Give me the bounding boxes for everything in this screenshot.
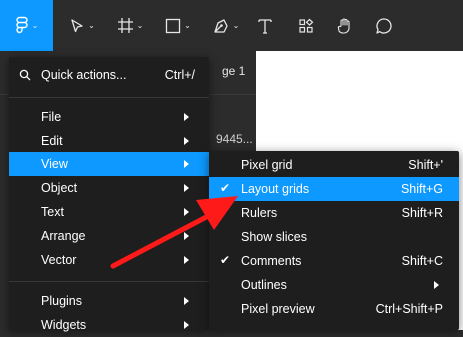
menu-item-view[interactable]: View xyxy=(9,152,209,176)
check-icon: ✔ xyxy=(220,253,231,267)
toolbar: ⌄ ⌄ ⌄ ⌄ ⌄ xyxy=(0,0,463,51)
menu-item-label: Arrange xyxy=(41,229,86,243)
main-menu: Quick actions... Ctrl+/ File Edit View O… xyxy=(9,57,209,332)
chevron-right-icon xyxy=(184,184,189,192)
figma-logo-icon xyxy=(15,16,28,33)
frame-tool-button[interactable]: ⌄ xyxy=(110,0,150,51)
menu-item-label: Vector xyxy=(41,253,77,267)
menu-item-label: Pixel grid xyxy=(241,158,293,172)
menu-item-shortcut: Shift+R xyxy=(401,206,443,220)
resources-button[interactable] xyxy=(293,0,319,51)
chevron-right-icon xyxy=(184,321,189,329)
chevron-down-icon: ⌄ xyxy=(232,21,240,30)
menu-item-shortcut: Shift+' xyxy=(408,158,443,172)
view-submenu: Pixel grid Shift+' ✔ Layout grids Shift+… xyxy=(209,151,459,330)
menu-item-label: Pixel preview xyxy=(241,302,315,316)
chevron-right-icon xyxy=(184,256,189,264)
chevron-down-icon: ⌄ xyxy=(31,21,39,30)
chevron-right-icon xyxy=(184,232,189,240)
chevron-right-icon xyxy=(434,281,439,289)
pen-tool-icon xyxy=(213,19,228,33)
menu-item-file[interactable]: File xyxy=(9,105,209,129)
chevron-right-icon xyxy=(184,160,189,168)
pen-tool-button[interactable]: ⌄ xyxy=(206,0,246,51)
menu-item-label: Rulers xyxy=(241,206,278,220)
submenu-item-rulers[interactable]: Rulers Shift+R xyxy=(209,201,459,225)
menu-item-label: Comments xyxy=(241,254,302,268)
text-tool-icon xyxy=(258,18,272,34)
menu-item-label: File xyxy=(41,110,62,124)
resources-icon xyxy=(299,18,314,33)
submenu-item-layout-grids[interactable]: ✔ Layout grids Shift+G xyxy=(209,177,459,201)
menu-item-edit[interactable]: Edit xyxy=(9,129,209,153)
comment-icon xyxy=(376,17,392,34)
menu-item-label: Object xyxy=(41,181,78,195)
frame-tool-icon xyxy=(117,18,133,33)
menu-item-shortcut: Shift+C xyxy=(401,254,443,268)
menu-item-label: Show slices xyxy=(241,230,307,244)
move-tool-icon xyxy=(71,18,83,32)
shape-tool-icon xyxy=(165,18,181,33)
main-menu-button[interactable]: ⌄ xyxy=(0,0,53,51)
menu-item-shortcut: Ctrl+Shift+P xyxy=(375,302,443,316)
hand-tool-button[interactable] xyxy=(332,0,358,51)
chevron-down-icon: ⌄ xyxy=(136,21,144,30)
menu-item-label: Plugins xyxy=(41,294,82,308)
menu-item-label: Text xyxy=(41,205,64,219)
menu-item-quick-actions[interactable]: Quick actions... Ctrl+/ xyxy=(9,63,209,87)
submenu-item-pixel-preview[interactable]: Pixel preview Ctrl+Shift+P xyxy=(209,297,459,321)
menu-item-shortcut: Shift+G xyxy=(400,182,443,196)
chevron-right-icon xyxy=(184,137,189,145)
check-icon: ✔ xyxy=(220,181,231,195)
chevron-down-icon: ⌄ xyxy=(184,21,191,30)
chevron-down-icon: ⌄ xyxy=(88,21,95,30)
menu-item-object[interactable]: Object xyxy=(9,176,209,200)
chevron-right-icon xyxy=(184,113,189,121)
submenu-item-outlines[interactable]: Outlines xyxy=(209,273,459,297)
menu-item-label: Quick actions... xyxy=(41,68,127,82)
move-tool-button[interactable]: ⌄ xyxy=(62,0,102,51)
menu-item-arrange[interactable]: Arrange xyxy=(9,224,209,248)
menu-item-vector[interactable]: Vector xyxy=(9,248,209,272)
menu-divider xyxy=(9,97,209,98)
menu-item-widgets[interactable]: Widgets xyxy=(9,313,209,337)
submenu-item-comments[interactable]: ✔ Comments Shift+C xyxy=(209,249,459,273)
layer-name: 9445... xyxy=(216,132,253,146)
text-tool-button[interactable] xyxy=(252,0,278,51)
menu-item-label: Edit xyxy=(41,134,63,148)
page-selector[interactable]: ge 1 xyxy=(222,64,245,78)
submenu-item-pixel-grid[interactable]: Pixel grid Shift+' xyxy=(209,153,459,177)
menu-item-plugins[interactable]: Plugins xyxy=(9,289,209,313)
comment-button[interactable] xyxy=(371,0,397,51)
submenu-item-show-slices[interactable]: Show slices xyxy=(209,225,459,249)
menu-item-label: Layout grids xyxy=(241,182,310,196)
chevron-right-icon xyxy=(184,208,189,216)
menu-divider xyxy=(9,281,209,282)
menu-item-shortcut: Ctrl+/ xyxy=(164,68,195,82)
shape-tool-button[interactable]: ⌄ xyxy=(158,0,198,51)
menu-item-label: Outlines xyxy=(241,278,287,292)
menu-item-label: View xyxy=(41,157,68,171)
hand-tool-icon xyxy=(337,17,350,34)
chevron-right-icon xyxy=(184,297,189,305)
menu-item-text[interactable]: Text xyxy=(9,200,209,224)
search-icon xyxy=(19,69,31,81)
